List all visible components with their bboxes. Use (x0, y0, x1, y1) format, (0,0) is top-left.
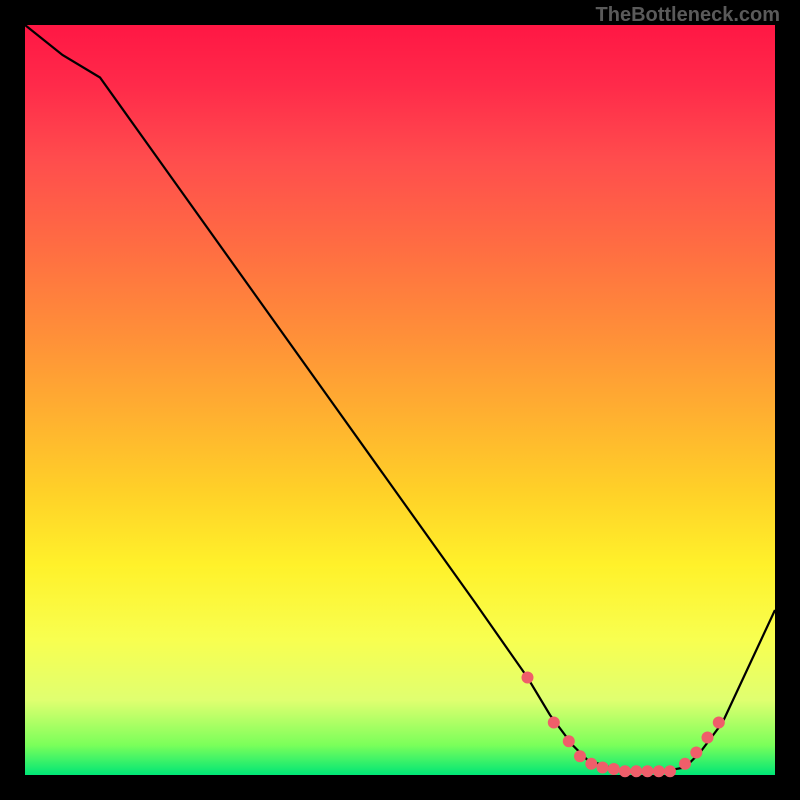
plot-area (25, 25, 775, 775)
marker-point (619, 765, 631, 777)
marker-point (630, 765, 642, 777)
watermark-text: TheBottleneck.com (596, 4, 780, 27)
marker-point (642, 765, 654, 777)
marker-point (608, 763, 620, 775)
marker-point (585, 758, 597, 770)
marker-point (702, 732, 714, 744)
chart-svg (25, 25, 775, 775)
marker-point (690, 747, 702, 759)
marker-point (522, 672, 534, 684)
marker-point (653, 765, 665, 777)
marker-point (563, 735, 575, 747)
marker-point (664, 765, 676, 777)
marker-point (548, 717, 560, 729)
bottleneck-curve (25, 25, 775, 771)
highlight-markers (522, 672, 725, 778)
marker-point (713, 717, 725, 729)
marker-point (597, 762, 609, 774)
marker-point (679, 758, 691, 770)
marker-point (574, 750, 586, 762)
